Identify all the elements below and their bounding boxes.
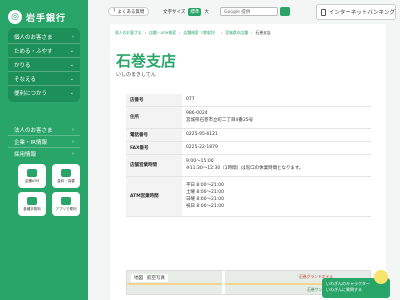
- font-size-large-button[interactable]: 大: [204, 9, 209, 15]
- table-row: ATM営業時間 平日 8:00～21:00 土曜 8:00～21:00 日曜 8…: [126, 176, 371, 217]
- table-row: 店舗営業時間 9:00～15:00 ※11:30～12:30（1時間）は窓口の休業…: [126, 154, 371, 177]
- table-row: 店番号 077: [126, 94, 371, 107]
- nav-item-ir[interactable]: 企業・IR情報 ›: [8, 136, 80, 148]
- atm-icon: [27, 168, 37, 177]
- main-nav: 個人のお客さま › ためる・ふやす ⌄ かりる ⌄ そなえる ⌄ 便利につかう ⌄: [8, 28, 80, 102]
- tile-rates[interactable]: 金利・為替: [52, 164, 80, 188]
- font-size-switch: 文字サイズ 標準 大: [163, 8, 209, 16]
- page-title: 石巻支店: [116, 52, 177, 70]
- nav-item-corporate[interactable]: 法人のお客さま ›: [8, 124, 80, 136]
- breadcrumb-item[interactable]: 宮城県の店舗: [225, 30, 248, 36]
- table-row: FAX番号 0225-22-1879: [126, 141, 371, 155]
- breadcrumb: 個人のお客さま › 店舗・ATM検索 › 店舗検索（地域別） › 宮城県の店舗 › 石巻…: [115, 30, 271, 36]
- chevron-down-icon: ⌄: [69, 90, 74, 96]
- breadcrumb-item[interactable]: 店舗・ATM検索: [149, 30, 176, 36]
- chevron-down-icon: ⌄: [69, 61, 74, 68]
- chevron-down-icon: ⌄: [69, 75, 74, 82]
- nav-item-personal[interactable]: 個人のお客さま ›: [8, 30, 80, 44]
- wallet-icon: [27, 196, 37, 205]
- main-content: 個人のお客さま › 店舗・ATM検索 › 店舗検索（地域別） › 宮城県の店舗 › 石巻…: [110, 24, 386, 300]
- chevron-right-icon: ›: [72, 33, 74, 40]
- tab-satellite[interactable]: 航空写真: [147, 275, 165, 281]
- chevron-right-icon: ›: [72, 151, 74, 157]
- question-icon: ?: [113, 9, 116, 14]
- nav-item-recruit[interactable]: 採用情報 ›: [8, 148, 80, 160]
- logo[interactable]: ◎ 岩手銀行: [8, 8, 82, 26]
- nav-item-save[interactable]: ためる・ふやす ⌄: [8, 44, 80, 58]
- font-size-standard-button[interactable]: 標準: [188, 8, 202, 16]
- tile-app[interactable]: アプリで便利: [52, 192, 80, 216]
- nav-item-convenient[interactable]: 便利につかう ⌄: [8, 86, 80, 100]
- chevron-down-icon: ⌄: [69, 47, 74, 54]
- chatbot-banner[interactable]: いわぎんのキャラクター いわぎんに質問する: [322, 270, 390, 298]
- faq-button[interactable]: ? よくある質問: [108, 7, 150, 16]
- mascot-icon: [374, 270, 388, 284]
- search-button[interactable]: [280, 7, 290, 16]
- sidebar: ◎ 岩手銀行 個人のお客さま › ためる・ふやす ⌄ かりる ⌄ そなえる ⌄ 便利につ…: [0, 0, 88, 300]
- nav-item-borrow[interactable]: かりる ⌄: [8, 58, 80, 72]
- tab-map[interactable]: 地図: [134, 275, 143, 281]
- breadcrumb-item[interactable]: 個人のお客さま: [115, 30, 142, 36]
- map-type-tabs: 地図 航空写真: [131, 274, 168, 282]
- logo-text: 岩手銀行: [26, 13, 67, 24]
- tile-store-atm[interactable]: 店舗ATM: [18, 164, 46, 188]
- page-title-kana: いしのまきしてん: [116, 72, 156, 78]
- sub-nav: 法人のお客さま › 企業・IR情報 › 採用情報 ›: [8, 124, 80, 160]
- breadcrumb-current: 石巻支店: [255, 30, 271, 35]
- search-input[interactable]: Google 提供: [220, 7, 278, 16]
- internet-banking-button[interactable]: インターネットバンキング: [316, 4, 396, 20]
- quick-tiles: 店舗ATM 金利・為替 各種手数料 アプリで便利: [18, 164, 80, 216]
- tile-fees[interactable]: 各種手数料: [18, 192, 46, 216]
- chevron-right-icon: ›: [72, 138, 74, 145]
- table-row: 電話番号 0225-95-6121: [126, 128, 371, 142]
- breadcrumb-item[interactable]: 店舗検索（地域別）: [184, 30, 218, 36]
- chevron-right-icon: ›: [72, 126, 74, 133]
- branch-info-table: 店番号 077 住所 986-0024 宮城県石巻市立町二丁目4番25号 電話番号…: [126, 94, 371, 217]
- nav-item-insure[interactable]: そなえる ⌄: [8, 72, 80, 86]
- top-bar: ? よくある質問 文字サイズ 標準 大 Google 提供 インターネットバンキン…: [88, 0, 400, 24]
- table-row: 住所 986-0024 宮城県石巻市立町二丁目4番25号: [126, 106, 371, 129]
- laptop-icon: [321, 8, 326, 16]
- bank-logo-icon: ◎: [8, 10, 22, 24]
- smartphone-icon: [61, 196, 71, 205]
- chart-icon: [61, 168, 71, 177]
- map-road: [222, 271, 225, 294]
